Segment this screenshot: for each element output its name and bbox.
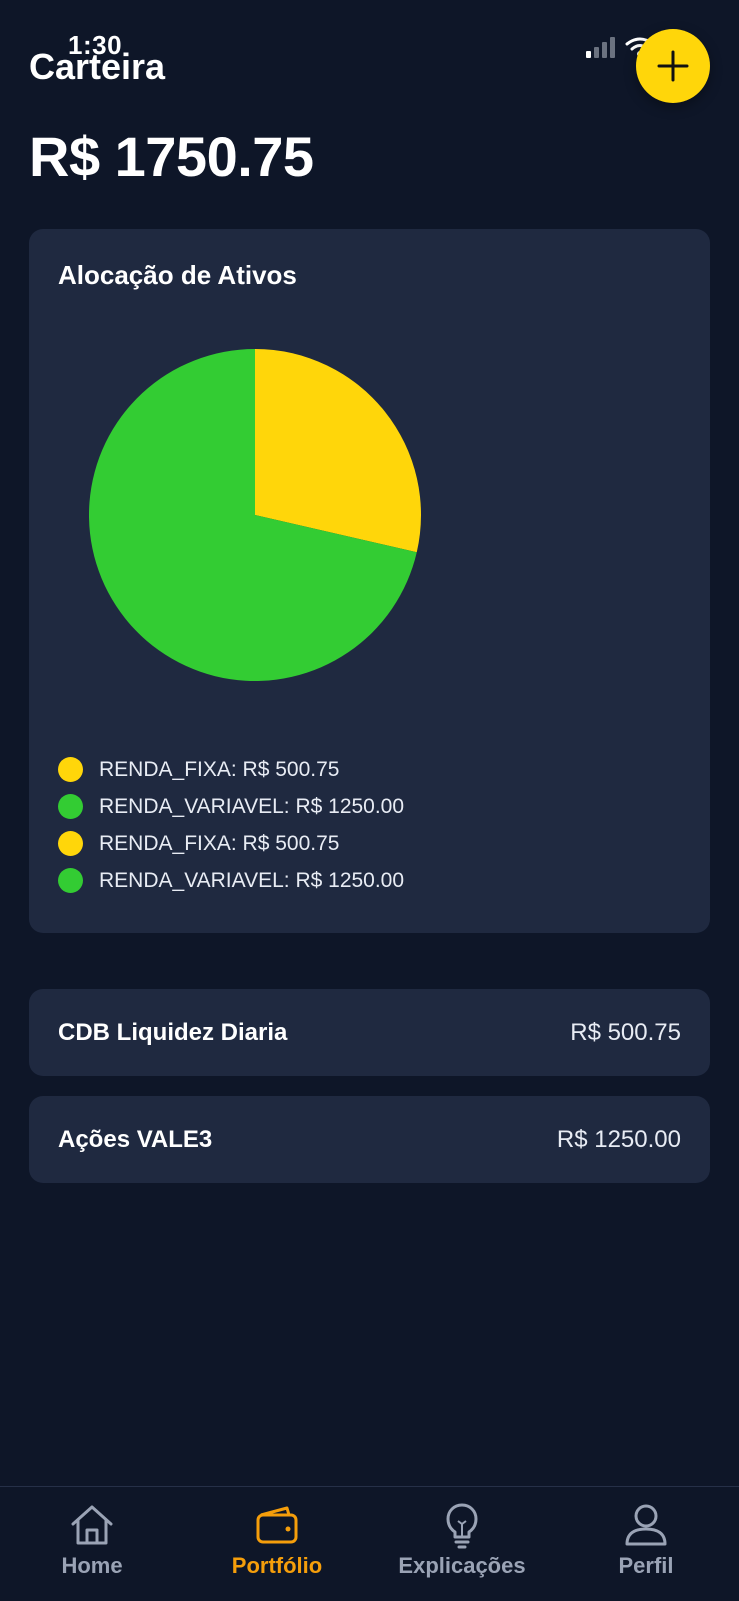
legend-item: RENDA_FIXA: R$ 500.75 [58, 751, 404, 788]
legend-label: RENDA_FIXA: R$ 500.75 [99, 757, 340, 781]
plus-icon [657, 50, 689, 82]
tab-perfil-label: Perfil [618, 1553, 674, 1578]
signal-icon [586, 36, 615, 58]
asset-value: R$ 500.75 [570, 1018, 681, 1046]
legend-item: RENDA_VARIAVEL: R$ 1250.00 [58, 788, 404, 825]
tab-portfolio[interactable]: Portfólio [187, 1501, 367, 1579]
tab-portfolio-label: Portfólio [231, 1553, 323, 1578]
lightbulb-icon [446, 1503, 478, 1549]
asset-item[interactable]: Ações VALE3 R$ 1250.00 [29, 1096, 710, 1183]
portfolio-total: R$ 1750.75 [29, 125, 314, 188]
tab-explicacoes-label: Explicações [398, 1553, 526, 1578]
tab-perfil[interactable]: Perfil [556, 1501, 736, 1579]
allocation-pie-chart [88, 349, 421, 681]
allocation-legend: RENDA_FIXA: R$ 500.75 RENDA_VARIAVEL: R$ … [58, 751, 404, 899]
asset-item[interactable]: CDB Liquidez Diaria R$ 500.75 [29, 989, 710, 1076]
allocation-title: Alocação de Ativos [58, 260, 297, 290]
legend-color-dot [58, 831, 83, 856]
legend-color-dot [58, 794, 83, 819]
legend-label: RENDA_VARIAVEL: R$ 1250.00 [99, 794, 405, 818]
asset-value: R$ 1250.00 [556, 1125, 681, 1153]
legend-color-dot [58, 757, 83, 782]
tab-home-label: Home [61, 1553, 123, 1578]
wallet-icon [256, 1506, 298, 1544]
tab-home[interactable]: Home [2, 1501, 182, 1579]
legend-color-dot [58, 868, 83, 893]
legend-label: RENDA_FIXA: R$ 500.75 [99, 831, 340, 855]
bottom-tab-bar: Home Portfólio Explicações Perfil [0, 1486, 739, 1601]
allocation-card: Alocação de Ativos RENDA_FIXA: R$ 500.75… [29, 229, 710, 933]
asset-name: Ações VALE3 [58, 1125, 213, 1153]
add-asset-button[interactable] [636, 29, 710, 103]
tab-explicacoes[interactable]: Explicações [372, 1501, 552, 1579]
asset-name: CDB Liquidez Diaria [58, 1018, 288, 1046]
user-icon [625, 1504, 667, 1546]
page-title: Carteira [29, 46, 166, 87]
home-icon [71, 1505, 113, 1545]
legend-item: RENDA_FIXA: R$ 500.75 [58, 825, 404, 862]
legend-label: RENDA_VARIAVEL: R$ 1250.00 [99, 868, 405, 892]
legend-item: RENDA_VARIAVEL: R$ 1250.00 [58, 862, 404, 899]
